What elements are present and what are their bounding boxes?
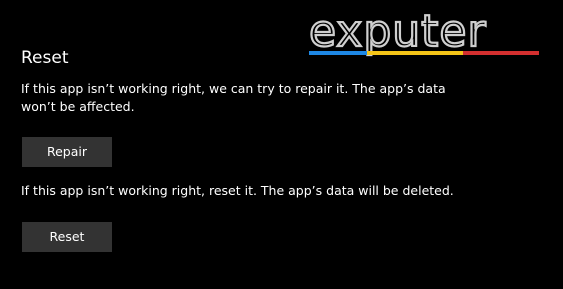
watermark-stripe-blue <box>309 51 367 55</box>
exputer-watermark-logo: exputer <box>305 4 543 60</box>
reset-button[interactable]: Reset <box>22 222 112 252</box>
watermark-stripe-yellow <box>367 51 463 55</box>
repair-description: If this app isn’t working right, we can … <box>21 81 446 114</box>
section-title: Reset <box>21 48 69 68</box>
watermark-stripe-red <box>463 51 539 55</box>
watermark-text: exputer <box>309 6 487 57</box>
exputer-logo-graphic: exputer <box>308 5 539 58</box>
repair-button[interactable]: Repair <box>22 137 112 167</box>
reset-description: If this app isn’t working right, reset i… <box>21 183 454 198</box>
